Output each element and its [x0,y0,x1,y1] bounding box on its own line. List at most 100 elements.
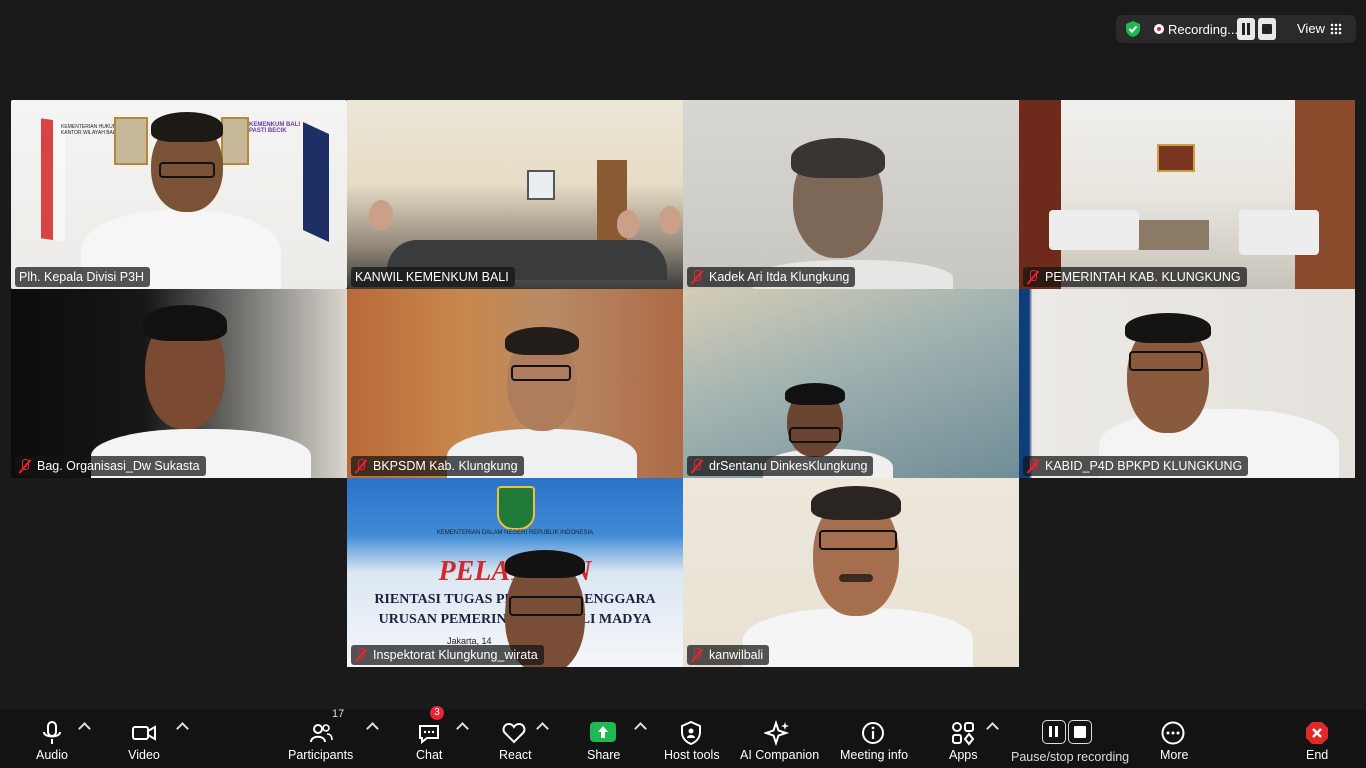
participants-button[interactable]: 17 Participants [288,708,353,768]
more-button[interactable]: More [1160,710,1189,768]
video-tile-9[interactable]: KEMENTERIAN DALAM NEGERI REPUBLIK INDONE… [347,478,683,667]
vice-president-portrait [221,117,249,165]
participants-label: Participants [288,748,354,762]
top-bar: Recording... View [0,0,1366,56]
audio-options-caret[interactable] [78,722,91,735]
share-options-caret[interactable] [634,722,647,735]
participant-name: KANWIL KEMENKUM BALI [355,270,509,284]
participants-count: 17 [332,708,345,720]
react-label: React [499,748,532,762]
muted-mic-icon [691,648,703,662]
host-tools-button[interactable]: Host tools [664,710,720,768]
video-tile-10[interactable]: kanwilbali [683,478,1019,667]
more-label: More [1160,748,1189,762]
muted-mic-icon [355,648,367,662]
ai-companion-button[interactable]: AI Companion [740,710,819,768]
president-portrait [114,117,148,165]
coffee-table [1139,220,1209,250]
react-button[interactable]: React [499,710,532,768]
end-meeting-button[interactable]: End [1304,710,1330,768]
muted-mic-icon [1027,459,1039,473]
muted-mic-icon [1027,270,1039,284]
chat-label: Chat [416,748,443,762]
pause-recording-button[interactable] [1237,18,1255,40]
video-tile-1[interactable]: KEMENTERIAN HUKUM KANTOR WILAYAH BALI KE… [11,100,347,289]
participant-name-tag: Bag. Organisasi_Dw Sukasta [15,456,206,476]
end-label: End [1306,748,1329,762]
participant-name: Kadek Ari Itda Klungkung [709,270,850,284]
stop-recording-button[interactable] [1258,18,1276,40]
wall-emblem [1157,144,1195,172]
microphone-icon [43,721,61,744]
video-camera-icon [132,725,156,741]
recording-dot-icon [1154,24,1164,34]
participant-name-tag: drSentanu DinkesKlungkung [687,456,874,476]
pause-icon [1042,720,1066,744]
react-options-caret[interactable] [536,722,549,735]
video-tile-6[interactable]: BKPSDM Kab. Klungkung [347,289,683,478]
participant-name-tag: PEMERINTAH KAB. KLUNGKUNG [1023,267,1247,287]
heart-icon [502,722,526,744]
participants-options-caret[interactable] [366,722,379,735]
meeting-controls-toolbar: Audio Video 17 Participants 3 Chat React… [0,706,1366,768]
shield-icon [681,720,701,746]
sofa-left [1049,210,1139,250]
participant-name: drSentanu DinkesKlungkung [709,459,868,473]
video-tile-2[interactable]: KANWIL KEMENKUM BALI [347,100,683,289]
apps-options-caret[interactable] [986,722,999,735]
participant-name: kanwilbali [709,648,764,662]
stop-icon [1068,720,1092,744]
video-tile-8[interactable]: KABID_P4D BPKPD KLUNGKUNG [1019,289,1355,478]
meeting-info-label: Meeting info [840,748,909,762]
share-label: Share [587,748,621,762]
more-options-icon [1161,721,1185,745]
chat-options-caret[interactable] [456,722,469,735]
apps-button[interactable]: Apps [949,710,978,768]
participant-name-tag: BKPSDM Kab. Klungkung [351,456,524,476]
security-shield-icon[interactable] [1124,20,1142,38]
participant-name: BKPSDM Kab. Klungkung [373,459,518,473]
muted-mic-icon [691,270,703,284]
sparkle-icon [764,720,790,746]
video-tile-5[interactable]: Bag. Organisasi_Dw Sukasta [11,289,347,478]
audio-label: Audio [36,748,68,762]
chat-bubble-icon [419,725,439,745]
wall-screen [527,170,555,200]
end-meeting-icon [1306,722,1328,744]
participant-name-tag: kanwilbali [687,645,770,665]
participant-name: Inspektorat Klungkung_wirata [373,648,538,662]
share-button[interactable]: Share [587,710,620,768]
share-screen-icon [590,720,616,746]
pause-stop-recording-button[interactable]: Pause/stop recording [1011,710,1129,768]
muted-mic-icon [691,459,703,473]
kemenkum-logo-text: KEMENKUM BALI PASTI BECIK [249,122,300,134]
host-tools-label: Host tools [664,748,720,762]
participant-name-tag: KANWIL KEMENKUM BALI [351,267,515,287]
participant-name: PEMERINTAH KAB. KLUNGKUNG [1045,270,1241,284]
grid-view-icon[interactable] [1330,23,1342,35]
video-button[interactable]: Video [128,710,160,768]
participant-name: KABID_P4D BPKPD KLUNGKUNG [1045,459,1243,473]
chat-unread-badge: 3 [430,706,444,720]
info-icon [862,722,884,744]
chat-button[interactable]: 3 Chat [416,706,444,768]
video-tile-3[interactable]: Kadek Ari Itda Klungkung [683,100,1019,289]
video-label: Video [128,748,160,762]
office-banner-text: KEMENTERIAN HUKUM KANTOR WILAYAH BALI [60,124,118,136]
recording-status-text: Recording... [1168,22,1239,37]
view-button-label[interactable]: View [1297,21,1325,36]
video-options-caret[interactable] [176,722,189,735]
participant-name-tag: Inspektorat Klungkung_wirata [351,645,544,665]
sofa-right [1239,210,1319,255]
ministry-text: KEMENTERIAN DALAM NEGERI REPUBLIK INDONE… [436,530,594,536]
video-tile-4[interactable]: PEMERINTAH KAB. KLUNGKUNG [1019,100,1355,289]
curtain-right [1295,100,1355,289]
muted-mic-icon [19,459,31,473]
meeting-info-button[interactable]: Meeting info [840,710,908,768]
curtain-left [1019,100,1061,289]
audio-button[interactable]: Audio [36,710,68,768]
pause-stop-recording-label: Pause/stop recording [1011,750,1130,764]
ministry-flag [303,122,329,242]
participant-name-tag: KABID_P4D BPKPD KLUNGKUNG [1023,456,1249,476]
video-tile-7[interactable]: drSentanu DinkesKlungkung [683,289,1019,478]
